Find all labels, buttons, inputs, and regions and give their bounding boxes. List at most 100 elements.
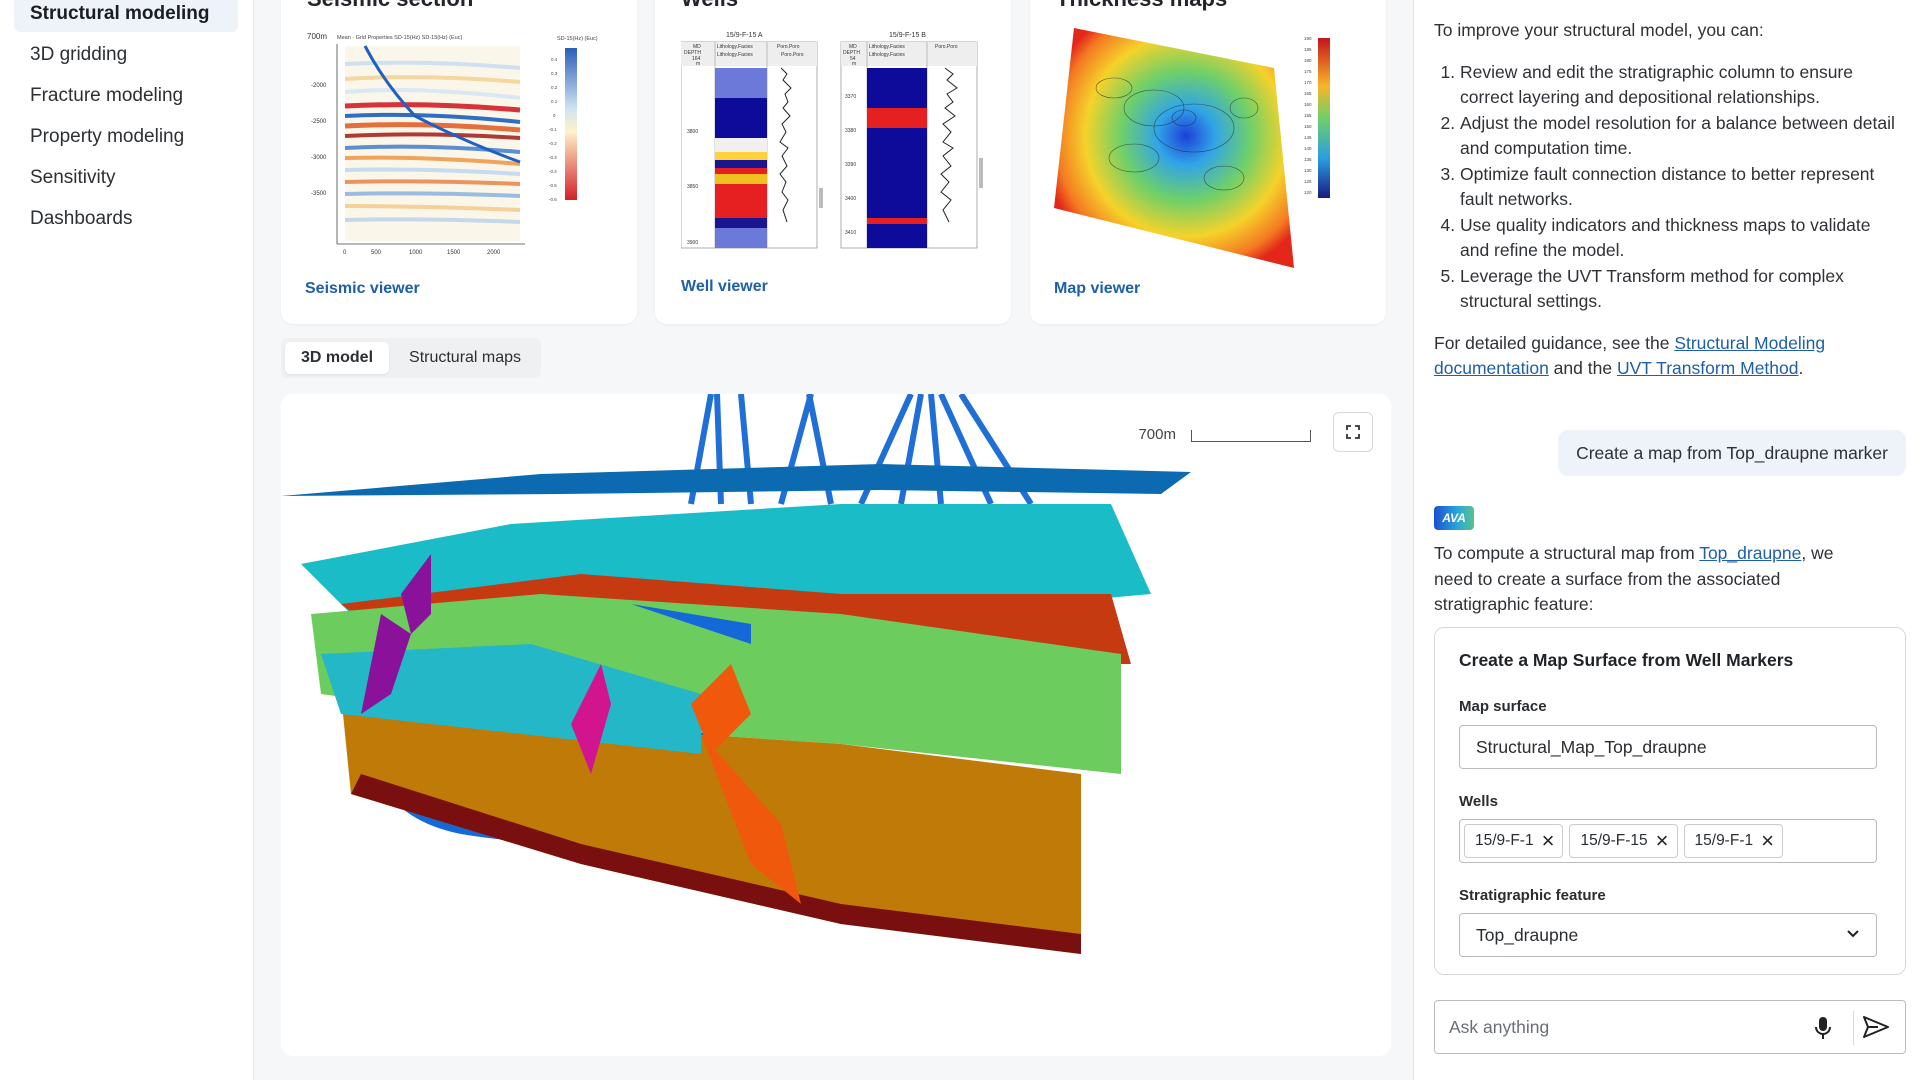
depth-tick: 3380 <box>845 128 856 134</box>
depth-unit: m <box>852 61 856 67</box>
sidebar-item-property-modeling[interactable]: Property modeling <box>14 119 238 155</box>
sidebar-item-3d-gridding[interactable]: 3D gridding <box>14 37 238 73</box>
well-chip-label: 15/9-F-1 <box>1694 832 1754 849</box>
y-tick: -3000 <box>311 155 327 161</box>
scale-tick: 150 <box>1304 124 1312 129</box>
uvt-transform-link[interactable]: UVT Transform Method <box>1617 358 1799 378</box>
map-viewer-link[interactable]: Map viewer <box>1054 280 1140 298</box>
scale-tick: 0.2 <box>551 85 558 90</box>
reply-text: To compute a structural map from <box>1434 543 1700 563</box>
stratigraphic-feature-select[interactable]: Top_draupne <box>1459 913 1877 957</box>
recommendation-item: Optimize fault connection distance to be… <box>1460 162 1900 213</box>
map-surface-label: Map surface <box>1459 698 1547 715</box>
scale-tick: 175 <box>1304 69 1312 74</box>
x-tick: 2000 <box>487 250 501 256</box>
ava-logo: AVA <box>1434 506 1474 530</box>
y-tick: -2500 <box>311 119 327 125</box>
assistant-chat-panel: To improve your structural model, you ca… <box>1413 0 1920 1080</box>
wells-multiselect[interactable]: 15/9-F-1 × 15/9-F-15 × 15/9-F-1 × <box>1459 819 1877 863</box>
wells-label: Wells <box>1459 793 1498 810</box>
top-draupne-link[interactable]: Top_draupne <box>1699 543 1801 563</box>
well-viewer-link[interactable]: Well viewer <box>681 278 768 296</box>
tab-3d-model[interactable]: 3D model <box>285 342 390 374</box>
scale-tick: 120 <box>1304 190 1312 195</box>
tab-structural-maps[interactable]: Structural maps <box>393 342 537 374</box>
y-tick: -3500 <box>311 191 327 197</box>
map-surface-input[interactable]: Structural_Map_Top_draupne <box>1459 725 1877 769</box>
wells-card[interactable]: Wells 15/9-F-15 A 15/9-F-15 B MD DEPTH 1… <box>655 0 1011 324</box>
fullscreen-button[interactable] <box>1333 412 1373 452</box>
assistant-message: To improve your structural model, you ca… <box>1434 18 1900 382</box>
user-message: Create a map from Top_draupne marker <box>1558 430 1906 476</box>
mic-icon[interactable] <box>1815 1017 1831 1039</box>
sidebar-item-structural-modeling[interactable]: Structural modeling <box>14 0 238 32</box>
y-tick: -2000 <box>311 83 327 89</box>
chat-input-box <box>1434 1000 1906 1054</box>
seismic-legend-title: Mean · Grid Properties SD-15(Hz) SD-15(H… <box>337 35 462 41</box>
well-chip: 15/9-F-15 × <box>1569 824 1678 858</box>
seismic-section-card[interactable]: Seismic section 700m Mean · Grid Propert… <box>281 0 637 324</box>
seismic-viewer-link[interactable]: Seismic viewer <box>305 280 420 298</box>
send-icon[interactable] <box>1863 1016 1889 1038</box>
track-poro: Poro.Poro <box>777 44 800 50</box>
thickness-map-thumbnail: 190 185 180 175 170 165 160 155 150 145 … <box>1054 28 1330 268</box>
sidebar-item-sensitivity[interactable]: Sensitivity <box>14 160 238 196</box>
scale-tick: 165 <box>1304 91 1312 96</box>
depth-tick: 3900 <box>687 240 698 246</box>
scale-tick: 160 <box>1304 102 1312 107</box>
scale-tick: 0.4 <box>551 57 558 62</box>
assistant-intro: To improve your structural model, you ca… <box>1434 20 1764 40</box>
thickness-maps-card[interactable]: Thickness maps 190 185 180 <box>1030 0 1386 324</box>
scale-tick: 135 <box>1304 157 1312 162</box>
scale-tick: 145 <box>1304 135 1312 140</box>
track-poro: Poro.Poro <box>935 44 958 50</box>
depth-tick: 3410 <box>845 230 856 236</box>
guidance-text: and the <box>1548 358 1617 378</box>
depth-tick: 3370 <box>845 94 856 100</box>
well-chip-label: 15/9-F-1 <box>1475 832 1534 849</box>
sidebar-item-fracture-modeling[interactable]: Fracture modeling <box>14 78 238 114</box>
depth-tick: 3390 <box>845 162 856 168</box>
depth-tick: 3800 <box>687 129 698 135</box>
depth-unit: m <box>696 61 700 67</box>
close-icon[interactable]: × <box>1656 830 1669 852</box>
card-title: Wells <box>681 0 738 12</box>
well-name: 15/9-F-15 A <box>726 32 763 39</box>
track-poro: Poro.Poro <box>781 52 804 58</box>
well-chip-label: 15/9-F-15 <box>1580 832 1648 849</box>
ask-input[interactable] <box>1449 1013 1789 1041</box>
close-icon[interactable]: × <box>1542 830 1555 852</box>
track-lithology: Lithology.Facies <box>717 52 753 58</box>
3d-model-viewer[interactable]: 700m <box>281 394 1391 1056</box>
x-tick: 1000 <box>409 250 423 256</box>
well-name: 15/9-F-15 B <box>889 32 926 39</box>
guidance-paragraph: For detailed guidance, see the Structura… <box>1434 331 1900 382</box>
scale-tick: 180 <box>1304 58 1312 63</box>
scale-tick: 170 <box>1304 80 1312 85</box>
stratigraphic-feature-label: Stratigraphic feature <box>1459 887 1606 904</box>
x-tick: 0 <box>343 250 347 256</box>
recommendation-list: Review and edit the stratigraphic column… <box>1434 60 1900 315</box>
depth-tick: 3850 <box>687 184 698 190</box>
well-chip: 15/9-F-1 × <box>1464 824 1564 858</box>
scale-label: 700m <box>1138 426 1176 443</box>
scale-tick: 140 <box>1304 146 1312 151</box>
wells-thumbnail: 15/9-F-15 A 15/9-F-15 B MD DEPTH 164 m L… <box>681 32 983 249</box>
scale-bar <box>1191 430 1311 442</box>
recommendation-item: Adjust the model resolution for a balanc… <box>1460 111 1900 162</box>
view-tabs: 3D model Structural maps <box>281 338 542 378</box>
card-title: Seismic section <box>307 0 473 12</box>
depth-label: 700m <box>307 32 327 41</box>
scale-tick: 125 <box>1304 179 1312 184</box>
sidebar-item-dashboards[interactable]: Dashboards <box>14 201 238 237</box>
scale-tick: -0.3 <box>549 155 557 160</box>
fullscreen-icon <box>1346 425 1360 439</box>
close-icon[interactable]: × <box>1761 830 1774 852</box>
form-title: Create a Map Surface from Well Markers <box>1459 650 1794 670</box>
guidance-text: For detailed guidance, see the <box>1434 332 1675 353</box>
scale-tick: 0.3 <box>551 71 558 76</box>
assistant-reply: To compute a structural map from Top_dra… <box>1434 541 1874 618</box>
guidance-text: . <box>1798 358 1804 378</box>
card-title: Thickness maps <box>1056 0 1227 12</box>
scale-tick: 185 <box>1304 47 1312 52</box>
